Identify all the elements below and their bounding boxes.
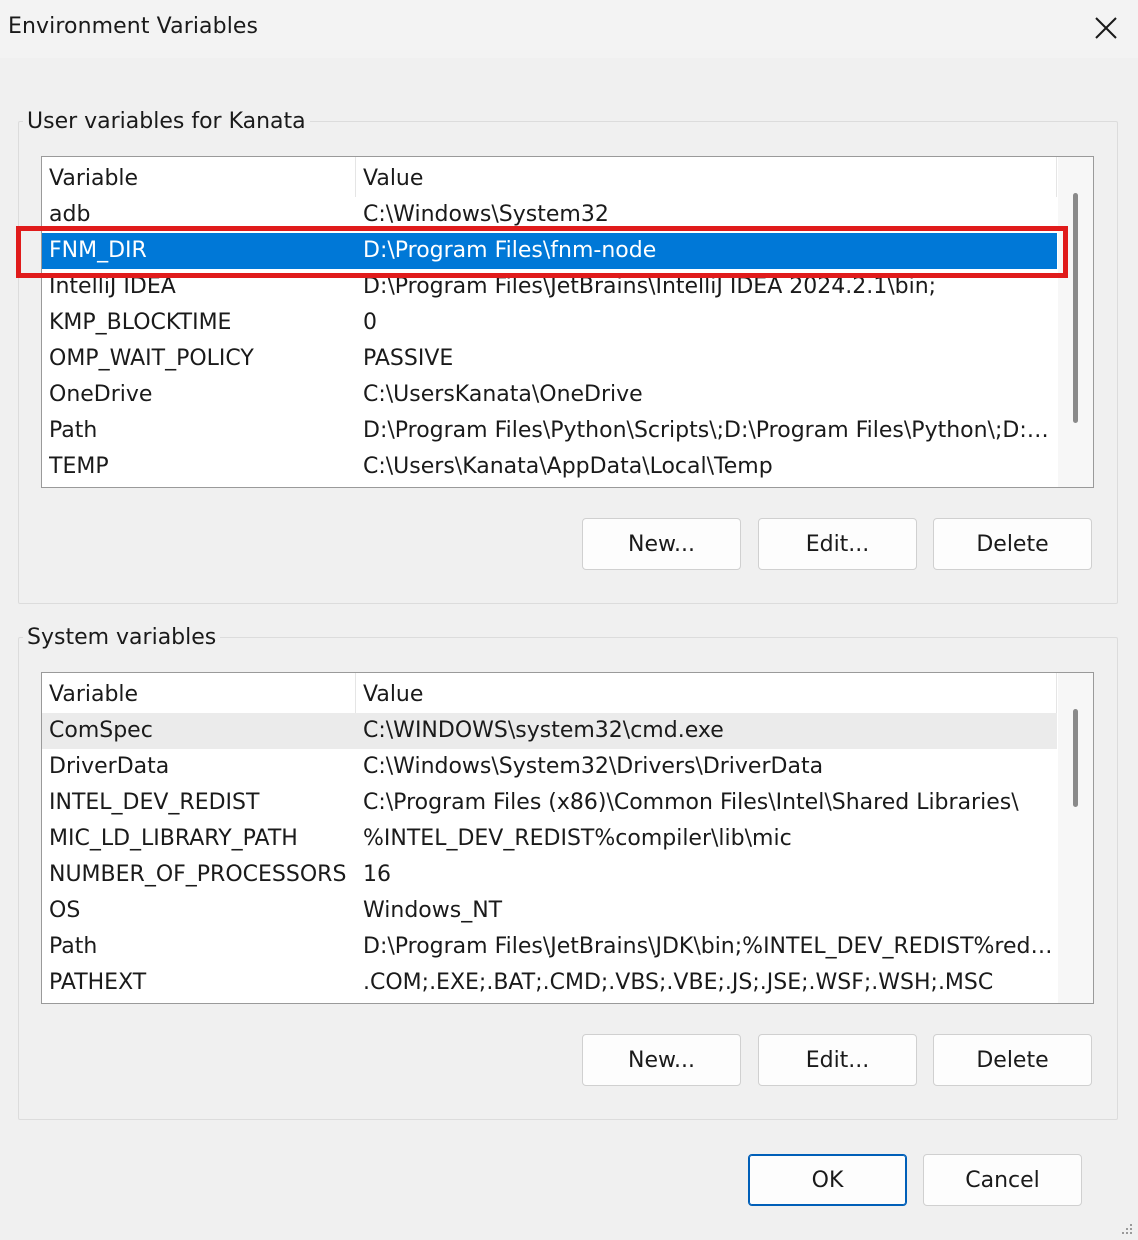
variable-value-cell: C:\Windows\System32 (363, 202, 609, 227)
user-list-scrollbar[interactable] (1058, 157, 1093, 487)
scrollbar-thumb[interactable] (1073, 193, 1078, 423)
table-row[interactable]: adb C:\Windows\System32 (42, 197, 1057, 233)
variable-value-cell: D:\Program Files\Python\Scripts\;D:\Prog… (363, 418, 1053, 443)
table-row[interactable]: ComSpec C:\WINDOWS\system32\cmd.exe (42, 713, 1057, 749)
column-header-value[interactable]: Value (356, 157, 1057, 197)
system-edit-button[interactable]: Edit... (758, 1034, 917, 1086)
table-row[interactable]: TEMP C:\Users\Kanata\AppData\Local\Temp (42, 449, 1057, 485)
variable-name-cell: OS (49, 898, 81, 923)
table-row[interactable]: INTEL_DEV_REDIST C:\Program Files (x86)\C… (42, 785, 1057, 821)
variable-value-cell: 16 (363, 862, 391, 887)
table-row[interactable]: FNM_DIR D:\Program Files\fnm-node (42, 233, 1057, 269)
table-row[interactable]: DriverData C:\Windows\System32\Drivers\Dr… (42, 749, 1057, 785)
system-delete-button[interactable]: Delete (933, 1034, 1092, 1086)
system-variables-label: System variables (23, 623, 221, 653)
system-new-button[interactable]: New... (582, 1034, 741, 1086)
column-header-variable[interactable]: Variable (42, 157, 356, 197)
variable-value-cell: Windows_NT (363, 898, 503, 923)
cancel-button[interactable]: Cancel (923, 1154, 1082, 1206)
variable-name-cell: adb (49, 202, 91, 227)
variable-value-cell: D:\Program Files\fnm-node (363, 238, 657, 263)
system-variables-list[interactable]: Variable Value ComSpec C:\WINDOWS\system3… (41, 672, 1094, 1004)
close-icon (1095, 17, 1117, 39)
table-row[interactable]: KMP_BLOCKTIME 0 (42, 305, 1057, 341)
variable-value-cell: D:\Program Files\JetBrains\IntelliJ IDEA… (363, 274, 937, 299)
variable-name-cell: KMP_BLOCKTIME (49, 310, 232, 335)
table-row[interactable]: IntelliJ IDEA D:\Program Files\JetBrains\… (42, 269, 1057, 305)
variable-name-cell: OMP_WAIT_POLICY (49, 346, 254, 371)
table-row[interactable]: OMP_WAIT_POLICY PASSIVE (42, 341, 1057, 377)
variable-value-cell: D:\Program Files\JetBrains\JDK\bin;%INTE… (363, 934, 1053, 959)
variable-name-cell: DriverData (49, 754, 170, 779)
user-variables-list[interactable]: Variable Value adb C:\Windows\System32 FNM… (41, 156, 1094, 488)
user-new-button[interactable]: New... (582, 518, 741, 570)
resize-grip-icon[interactable] (1118, 1220, 1134, 1236)
user-variables-label: User variables for Kanata (23, 107, 310, 137)
table-row[interactable]: Path D:\Program Files\JetBrains\JDK\bin;%… (42, 929, 1057, 965)
variable-name-cell: TEMP (49, 454, 109, 479)
user-delete-button[interactable]: Delete (933, 518, 1092, 570)
table-row[interactable]: MIC_LD_LIBRARY_PATH %INTEL_DEV_REDIST%com… (42, 821, 1057, 857)
table-row[interactable]: Path D:\Program Files\Python\Scripts\;D:\… (42, 413, 1057, 449)
variable-value-cell: C:\WINDOWS\system32\cmd.exe (363, 718, 724, 743)
variable-name-cell: Path (49, 418, 98, 443)
variable-value-cell: C:\Users\Kanata\AppData\Local\Temp (363, 454, 773, 479)
scrollbar-thumb[interactable] (1073, 709, 1078, 807)
variable-value-cell: C:\Windows\System32\Drivers\DriverData (363, 754, 824, 779)
variable-name-cell: MIC_LD_LIBRARY_PATH (49, 826, 298, 851)
variable-name-cell: ComSpec (49, 718, 153, 743)
variable-name-cell: IntelliJ IDEA (49, 274, 176, 299)
variable-value-cell: 0 (363, 310, 377, 335)
list-header: Variable Value (42, 673, 1057, 713)
system-variables-rows: ComSpec C:\WINDOWS\system32\cmd.exe Driver… (42, 713, 1057, 1001)
table-row[interactable]: PATHEXT .COM;.EXE;.BAT;.CMD;.VBS;.VBE;.JS… (42, 965, 1057, 1001)
ok-button[interactable]: OK (748, 1154, 907, 1206)
table-row[interactable]: NUMBER_OF_PROCESSORS 16 (42, 857, 1057, 893)
variable-value-cell: C:\UsersKanata\OneDrive (363, 382, 643, 407)
system-list-scrollbar[interactable] (1058, 673, 1093, 1003)
variable-name-cell: FNM_DIR (49, 238, 147, 263)
variable-name-cell: INTEL_DEV_REDIST (49, 790, 260, 815)
variable-value-cell: PASSIVE (363, 346, 454, 371)
table-row[interactable]: OS Windows_NT (42, 893, 1057, 929)
variable-value-cell: %INTEL_DEV_REDIST%compiler\lib\mic (363, 826, 792, 851)
close-button[interactable] (1084, 6, 1128, 50)
variable-name-cell: NUMBER_OF_PROCESSORS (49, 862, 347, 887)
table-row[interactable]: OneDrive C:\UsersKanata\OneDrive (42, 377, 1057, 413)
title-bar: Environment Variables (0, 0, 1138, 58)
user-variables-rows: adb C:\Windows\System32 FNM_DIR D:\Program … (42, 197, 1057, 485)
variable-name-cell: PATHEXT (49, 970, 147, 995)
variable-value-cell: .COM;.EXE;.BAT;.CMD;.VBS;.VBE;.JS;.JSE;.… (363, 970, 994, 995)
user-edit-button[interactable]: Edit... (758, 518, 917, 570)
variable-value-cell: C:\Program Files (x86)\Common Files\Inte… (363, 790, 1019, 815)
list-header: Variable Value (42, 157, 1057, 197)
column-header-variable[interactable]: Variable (42, 673, 356, 713)
window-title: Environment Variables (8, 14, 259, 39)
variable-name-cell: Path (49, 934, 98, 959)
column-header-value[interactable]: Value (356, 673, 1057, 713)
variable-name-cell: OneDrive (49, 382, 153, 407)
